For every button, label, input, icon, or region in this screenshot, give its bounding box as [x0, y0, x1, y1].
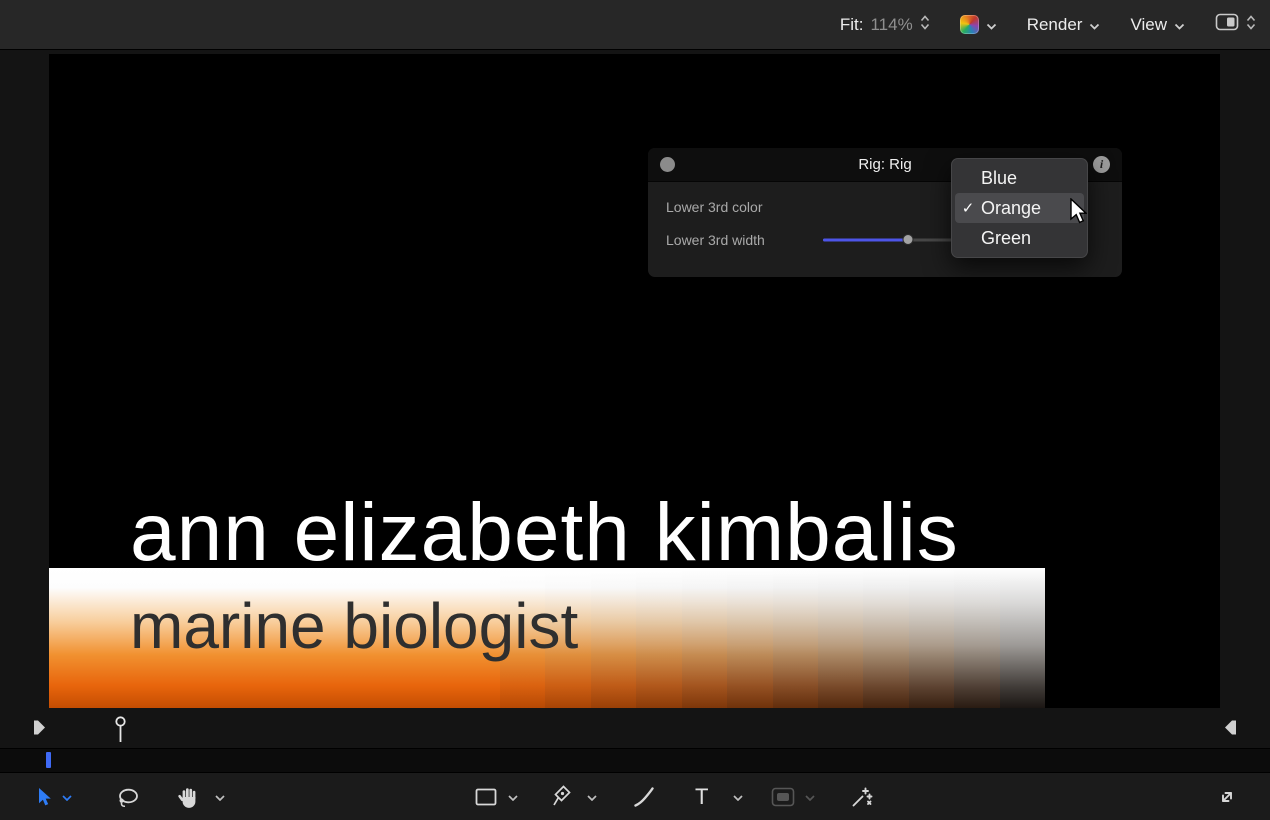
- chevron-down-icon: [986, 15, 997, 35]
- mini-timeline-clip[interactable]: [46, 752, 51, 768]
- popup-item-label: Orange: [981, 198, 1041, 219]
- select-tool-chevron-icon[interactable]: [62, 788, 72, 806]
- band-stripe: [909, 568, 954, 708]
- view-label: View: [1130, 15, 1167, 35]
- color-channel-icon: [960, 15, 979, 34]
- band-stripe: [727, 568, 772, 708]
- band-stripe: [818, 568, 863, 708]
- paint-stroke-tool[interactable]: [633, 786, 655, 808]
- view-menu-button[interactable]: View: [1130, 15, 1185, 35]
- band-stripe: [591, 568, 636, 708]
- info-glyph: i: [1100, 157, 1103, 172]
- zoom-stepper-icon[interactable]: [920, 15, 930, 35]
- band-stripe: [636, 568, 681, 708]
- popup-item-green[interactable]: Green: [955, 223, 1084, 253]
- chevron-down-icon: [1089, 15, 1100, 35]
- pan-hand-tool[interactable]: [178, 785, 200, 809]
- band-stripe: [954, 568, 999, 708]
- viewport-layout-icon: [1215, 13, 1239, 36]
- adjust-tool[interactable]: [116, 786, 140, 808]
- checkmark-icon: ✓: [955, 199, 981, 217]
- band-stripe: [863, 568, 908, 708]
- lower-third-title-text: ann elizabeth kimbalis: [130, 492, 959, 574]
- zoom-value: 114%: [870, 15, 912, 35]
- slider-thumb[interactable]: [902, 234, 913, 245]
- text-tool-glyph: T: [695, 784, 708, 810]
- popup-item-label: Green: [981, 228, 1031, 249]
- select-transform-tool[interactable]: [34, 787, 54, 807]
- color-channel-control[interactable]: [960, 15, 997, 35]
- lower-third-subtitle-text: marine biologist: [130, 594, 578, 658]
- playhead[interactable]: [114, 716, 127, 748]
- play-range-end-marker[interactable]: [1223, 720, 1237, 741]
- chevron-down-icon: [1174, 15, 1185, 35]
- workspace: Rig: Rig i Lower 3rd color Lower 3rd wid…: [0, 50, 1270, 820]
- play-range-start-marker[interactable]: [33, 720, 47, 741]
- lower-third-band: marine biologist: [49, 568, 1045, 708]
- layout-stepper-icon: [1246, 15, 1256, 35]
- zoom-control[interactable]: Fit: 114%: [840, 15, 930, 35]
- timeline-strip: [0, 712, 1270, 748]
- slider-fill: [823, 238, 908, 241]
- lower-3rd-color-label: Lower 3rd color: [666, 199, 763, 215]
- band-stripes: [500, 568, 1045, 708]
- lower-3rd-width-slider[interactable]: [823, 238, 953, 241]
- top-toolbar: Fit: 114% Render View: [0, 0, 1270, 50]
- bezier-pen-tool[interactable]: [551, 785, 573, 809]
- popup-item-label: Blue: [981, 168, 1017, 189]
- mini-timeline[interactable]: [0, 748, 1270, 772]
- popup-item-orange[interactable]: ✓ Orange: [955, 193, 1084, 223]
- pan-tool-chevron-icon[interactable]: [215, 788, 225, 806]
- info-icon[interactable]: i: [1093, 156, 1110, 173]
- canvas: Rig: Rig i Lower 3rd color Lower 3rd wid…: [49, 54, 1220, 708]
- magic-wand-tool[interactable]: [850, 785, 874, 809]
- mouse-cursor-icon: [1068, 198, 1087, 230]
- bottom-toolbar: T: [0, 772, 1270, 820]
- render-menu-button[interactable]: Render: [1027, 15, 1101, 35]
- lower-3rd-width-label: Lower 3rd width: [666, 232, 765, 248]
- popup-item-blue[interactable]: Blue: [955, 163, 1084, 193]
- bezier-tool-chevron-icon[interactable]: [587, 788, 597, 806]
- text-tool-chevron-icon[interactable]: [733, 788, 743, 806]
- rectangle-shape-tool[interactable]: [475, 788, 497, 806]
- fit-label: Fit:: [840, 15, 864, 35]
- band-stripe: [1000, 568, 1045, 708]
- shape-well-chevron-icon: [805, 788, 815, 806]
- text-tool[interactable]: T: [695, 784, 708, 810]
- band-stripe: [682, 568, 727, 708]
- render-label: Render: [1027, 15, 1083, 35]
- expand-canvas-icon[interactable]: [1215, 785, 1239, 809]
- band-stripe: [773, 568, 818, 708]
- shape-tool-chevron-icon[interactable]: [508, 788, 518, 806]
- viewport-layout-control[interactable]: [1215, 13, 1256, 36]
- shape-well-tool: [771, 787, 795, 807]
